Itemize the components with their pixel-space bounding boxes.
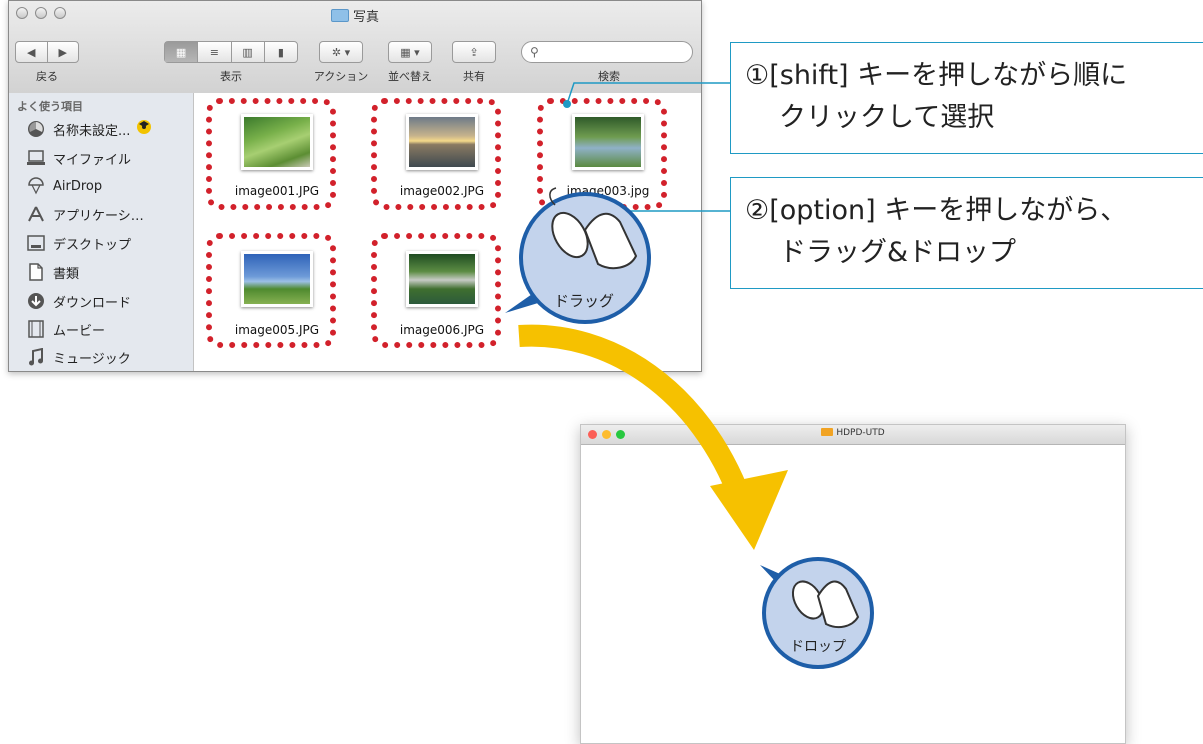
drag-bubble-text: ドラッグ [554, 292, 614, 310]
drop-bubble-text: ドロップ [790, 639, 846, 655]
connector-line-1 [566, 82, 730, 105]
drag-arrow [518, 324, 752, 504]
annotation-overlay: ドラッグ ドロップ [505, 82, 874, 669]
connector-dot-1 [563, 100, 571, 108]
